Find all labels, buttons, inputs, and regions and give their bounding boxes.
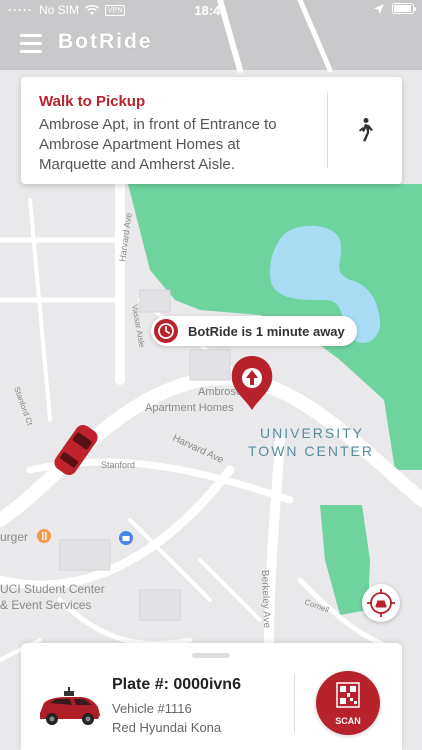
map-label-student-center-1: UCI Student Center xyxy=(0,582,105,596)
battery-level xyxy=(394,5,411,12)
shopping-poi-icon[interactable] xyxy=(119,531,133,545)
hamburger-menu-icon[interactable] xyxy=(20,34,42,53)
status-right xyxy=(374,3,416,14)
map-label-utc-1: UNIVERSITY xyxy=(260,425,364,441)
status-time: 18:41 xyxy=(194,3,228,18)
vehicle-panel: Plate #: 0000ivn6 Vehicle #1116 Red Hyun… xyxy=(21,643,402,750)
brand-logo: BotRide xyxy=(58,30,153,53)
map-label-student-center-2: & Event Services xyxy=(0,598,91,612)
map-label-berkeley: Berkeley Ave xyxy=(259,570,272,629)
map-label-stanford: Stanford xyxy=(101,460,135,470)
vehicle-plate: Plate #: 0000ivn6 xyxy=(112,676,241,693)
pickup-address: Ambrose Apt, in front of Entrance to Amb… xyxy=(39,116,277,173)
top-bar: BotRide xyxy=(0,26,422,62)
map-label-ambrose-2: Apartment Homes xyxy=(145,402,234,414)
vehicle-thumbnail xyxy=(40,687,100,725)
drag-handle[interactable] xyxy=(192,653,230,658)
location-arrow-icon xyxy=(374,3,384,14)
map-label-burger: urger xyxy=(0,530,28,544)
clock-icon xyxy=(154,319,178,343)
eta-pill: BotRide is 1 minute away xyxy=(151,316,357,346)
panel-divider xyxy=(294,673,295,733)
vehicle-model: Red Hyundai Kona xyxy=(112,720,222,735)
battery-icon xyxy=(392,3,416,14)
restaurant-poi-icon[interactable] xyxy=(37,529,51,543)
eta-text: BotRide is 1 minute away xyxy=(188,323,345,339)
vehicle-number: Vehicle #1116 xyxy=(112,701,192,716)
status-bar: ····· No SIM VPN 18:41 xyxy=(0,0,422,22)
recenter-vehicle-button[interactable] xyxy=(362,584,400,622)
pickup-divider xyxy=(327,92,328,168)
qr-code-icon xyxy=(336,682,360,708)
car-target-icon xyxy=(367,589,395,617)
walking-person-icon[interactable] xyxy=(354,117,376,143)
scan-label: SCAN xyxy=(335,716,361,726)
map-label-utc-2: TOWN CENTER xyxy=(248,443,374,459)
pickup-title: Walk to Pickup xyxy=(39,93,146,110)
pickup-card[interactable]: Walk to Pickup Ambrose Apt, in front of … xyxy=(21,77,402,184)
scan-button[interactable]: SCAN xyxy=(316,671,380,735)
